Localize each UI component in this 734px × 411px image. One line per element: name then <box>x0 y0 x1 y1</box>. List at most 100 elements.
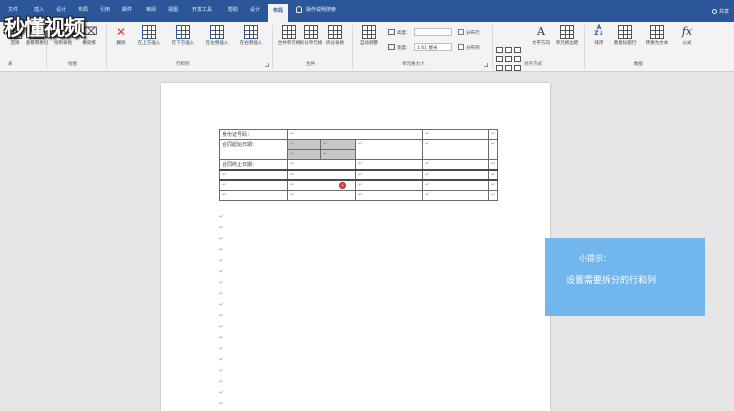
tab-mailings[interactable]: 邮件 <box>122 6 132 13</box>
table-cell[interactable]: ↵ <box>287 129 423 140</box>
autofit-button[interactable]: 自动调整 <box>356 25 382 59</box>
share-button[interactable]: 共享 <box>712 8 729 15</box>
paragraph-mark: ↵ <box>219 280 224 286</box>
table-cell-selected[interactable]: ↵ <box>287 139 321 150</box>
distribute-cols-label: 分布列 <box>466 46 480 51</box>
cell-margins-button[interactable]: 单元格边距 <box>554 25 580 59</box>
table-cell[interactable]: ↵ <box>422 189 489 201</box>
tell-me-search[interactable]: 操作说明搜索 <box>296 6 336 13</box>
paragraph-mark: ↵ <box>290 151 295 157</box>
paragraph-mark: ↵ <box>219 291 224 297</box>
align-middle-right-icon[interactable] <box>514 56 521 62</box>
table-cell[interactable]: ↵ <box>287 189 356 201</box>
document-table[interactable]: 身份证号码： ↵ ↵ ↵ 合同起始日期： ↵ ↵ ↵ ↵ ↵ ↵ ↵ 合同终止日… <box>219 129 499 201</box>
align-bottom-right-icon[interactable] <box>514 65 521 71</box>
tab-review[interactable]: 审阅 <box>146 6 156 13</box>
table-cell[interactable]: ↵ <box>422 169 489 181</box>
cell-size-launcher-icon[interactable] <box>484 63 488 67</box>
insert-right-icon <box>244 25 258 39</box>
sort-button[interactable]: A Z↓ 排序 <box>586 25 612 59</box>
insert-left-button[interactable]: 在左侧插入 <box>204 25 230 59</box>
autofit-label: 自动调整 <box>360 41 378 46</box>
paragraph-mark: ↵ <box>219 357 224 363</box>
table-row: ↵ ↵ ↵ ↵ ↵ <box>219 169 499 181</box>
tab-references[interactable]: 引用 <box>100 6 110 13</box>
align-bottom-left-icon[interactable] <box>496 65 503 71</box>
group-label-alignment: 对齐方式 <box>524 62 542 67</box>
tab-table-layout[interactable]: 布局 <box>268 4 289 22</box>
table-cell[interactable]: 合同终止日期： <box>219 159 288 171</box>
table-cell[interactable]: ↵ <box>422 139 489 160</box>
delete-table-icon: ✕ <box>115 25 127 39</box>
table-cell[interactable]: ↵ <box>487 139 499 160</box>
distribute-cols-button[interactable]: 分布列 <box>458 44 480 51</box>
table-cell[interactable]: ↵ <box>355 159 423 171</box>
column-width-input[interactable]: 1.61 厘米 <box>414 43 452 51</box>
table-cell[interactable]: ↵ <box>487 169 499 181</box>
align-middle-left-icon[interactable] <box>496 56 503 62</box>
align-top-center-icon[interactable] <box>505 47 512 53</box>
repeat-header-button[interactable]: 重复标题行 <box>612 25 638 59</box>
rows-cols-launcher-icon[interactable] <box>265 63 269 67</box>
table-cell[interactable]: ↵ <box>487 189 499 201</box>
table-cell[interactable]: 身份证号码： <box>219 129 288 140</box>
table-cell[interactable]: ↵ <box>422 129 489 140</box>
align-bottom-center-icon[interactable] <box>505 65 512 71</box>
table-cell[interactable]: ↵ <box>287 169 356 181</box>
tab-view[interactable]: 视图 <box>168 6 178 13</box>
group-label-rows-cols: 行和列 <box>176 62 190 67</box>
paragraph-mark: ↵ <box>491 191 496 198</box>
tab-help[interactable]: 帮助 <box>228 6 238 13</box>
row-height-input[interactable] <box>414 28 452 36</box>
table-cell[interactable]: ↵ <box>487 159 499 171</box>
split-table-button[interactable]: 拆分表格 <box>322 25 348 59</box>
align-top-left-icon[interactable] <box>496 47 503 53</box>
table-cell[interactable]: 合同起始日期： <box>219 139 288 160</box>
tab-developer[interactable]: 开发工具 <box>192 6 212 13</box>
ribbon-tab-bar: 文件 插入 设计 布局 引用 邮件 审阅 视图 开发工具 帮助 设计 布局 操作… <box>0 0 734 22</box>
split-table-label: 拆分表格 <box>326 41 344 46</box>
table-cell[interactable]: ↵ <box>287 159 356 171</box>
mouse-cursor-icon <box>339 182 346 189</box>
repeat-header-icon <box>618 25 632 39</box>
paragraph-mark: ↵ <box>323 141 328 147</box>
table-cell[interactable]: ↵ <box>422 179 489 191</box>
insert-above-button[interactable]: 在上方插入 <box>136 25 162 59</box>
distribute-rows-button[interactable]: 分布行 <box>458 29 480 36</box>
table-cell-selected[interactable]: ↵ <box>320 139 356 150</box>
paragraph-mark: ↵ <box>425 182 430 188</box>
formula-button[interactable]: fx 公式 <box>674 25 700 59</box>
table-cell[interactable]: ↵ <box>219 179 288 191</box>
align-top-right-icon[interactable] <box>514 47 521 53</box>
table-cell[interactable]: ↵ <box>355 139 423 160</box>
height-label-text: 高度: <box>397 31 408 36</box>
table-cell[interactable]: ↵ <box>219 169 288 181</box>
convert-to-text-button[interactable]: 转换为文本 <box>644 25 670 59</box>
tab-table-design[interactable]: 设计 <box>250 6 260 13</box>
convert-to-text-label: 转换为文本 <box>645 41 669 46</box>
repeat-header-label: 重复标题行 <box>613 41 637 46</box>
paragraph-mark: ↵ <box>358 172 363 178</box>
split-cells-button[interactable]: 拆分单元格 <box>298 25 324 59</box>
table-cell[interactable]: ↵ <box>355 179 423 191</box>
insert-below-button[interactable]: 在下方插入 <box>170 25 196 59</box>
table-row: ↵ ↵ ↵ ↵ ↵ <box>219 189 499 201</box>
text-direction-button[interactable]: A 文字方向 <box>528 25 554 59</box>
insert-left-icon <box>210 25 224 39</box>
table-cell[interactable]: ↵ <box>355 169 423 181</box>
insert-right-button[interactable]: 在右侧插入 <box>238 25 264 59</box>
table-cell[interactable]: ↵ <box>487 179 499 191</box>
table-cell-selected[interactable]: ↵ <box>320 149 356 160</box>
delete-label: 删除 <box>116 41 126 46</box>
paragraph-mark: ↵ <box>425 141 430 147</box>
split-cells-label: 拆分单元格 <box>299 41 323 46</box>
distribute-rows-label: 分布行 <box>466 31 480 36</box>
table-cell[interactable]: ↵ <box>355 189 423 201</box>
delete-button[interactable]: ✕ 删除 <box>108 25 134 59</box>
table-cell[interactable]: ↵ <box>487 129 499 140</box>
table-cell[interactable]: ↵ <box>422 159 489 171</box>
table-cell-selected[interactable]: ↵ <box>287 149 321 160</box>
table-cell[interactable]: ↵ <box>219 189 288 201</box>
paragraph-mark: ↵ <box>222 182 227 188</box>
align-middle-center-icon[interactable] <box>505 56 512 62</box>
